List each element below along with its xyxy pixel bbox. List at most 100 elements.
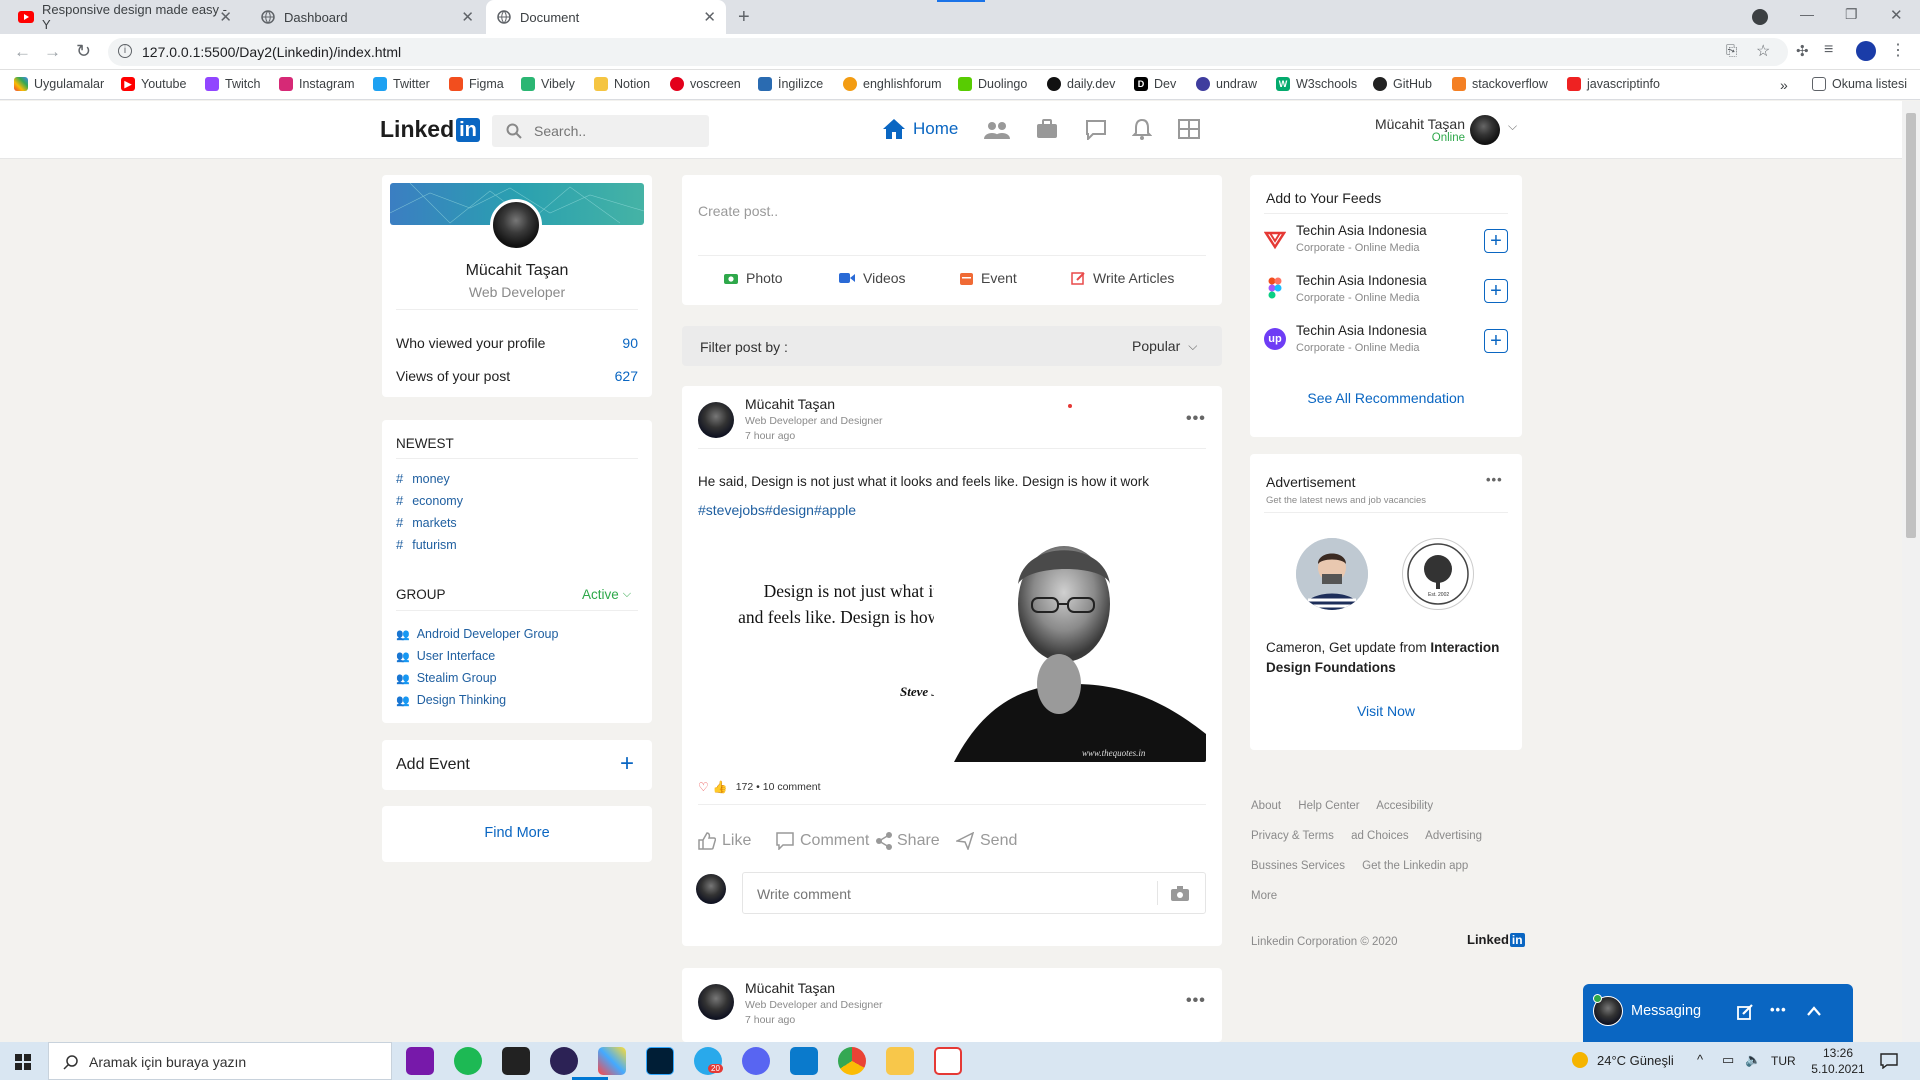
url-text[interactable]: 127.0.0.1:5500/Day2(Linkedin)/index.html	[142, 44, 401, 60]
close-tab-icon[interactable]: ✕	[461, 8, 474, 26]
like-button[interactable]: Like	[698, 832, 751, 850]
comment-input[interactable]	[757, 884, 1137, 904]
newest-tag[interactable]: # money	[396, 471, 463, 493]
bookmark-duolingo[interactable]: Duolingo	[958, 77, 1027, 91]
epic-games-icon[interactable]	[502, 1047, 530, 1075]
bookmark-englishforum[interactable]: enghlishforum	[843, 77, 942, 91]
back-icon[interactable]: ←	[14, 42, 31, 62]
bookmark-voscreen[interactable]: voscreen	[670, 77, 741, 91]
close-tab-icon[interactable]: ✕	[219, 8, 232, 26]
comment-box[interactable]	[742, 872, 1206, 914]
ad-company-logo[interactable]: Est. 2002	[1402, 538, 1474, 610]
photo-button[interactable]: Photo	[724, 270, 783, 286]
bookmark-star-icon[interactable]: ☆	[1756, 41, 1770, 61]
volume-icon[interactable]: 🔈	[1745, 1052, 1761, 1068]
newest-tag[interactable]: # futurism	[396, 537, 463, 559]
group-item[interactable]: 👥 Android Developer Group	[396, 623, 558, 645]
bookmark-undraw[interactable]: undraw	[1196, 77, 1257, 91]
post-author-avatar[interactable]	[698, 402, 734, 438]
photoshop-icon[interactable]	[646, 1047, 674, 1075]
create-post-input[interactable]: Create post..	[698, 203, 778, 219]
footer-link[interactable]: ad Choices	[1351, 830, 1409, 842]
plus-icon[interactable]: +	[620, 750, 634, 778]
bookmark-twitch[interactable]: Twitch	[205, 77, 260, 91]
taskbar-search[interactable]: Aramak için buraya yazın	[48, 1042, 392, 1080]
bookmark-ingilizce[interactable]: İngilizce	[758, 77, 823, 91]
ad-more-icon[interactable]: •••	[1486, 472, 1503, 487]
omnibox[interactable]: i 127.0.0.1:5500/Day2(Linkedin)/index.ht…	[108, 38, 1788, 66]
footer-link[interactable]: Privacy & Terms	[1251, 830, 1334, 842]
windows-start-icon[interactable]	[15, 1054, 31, 1070]
compose-icon[interactable]	[1737, 1004, 1753, 1020]
profile-avatar[interactable]	[490, 199, 542, 251]
footer-link[interactable]: About	[1251, 800, 1281, 812]
post-image[interactable]: Design is not just what it looks and fee…	[698, 534, 1206, 762]
reading-list-button[interactable]: Okuma listesi	[1812, 77, 1907, 91]
group-filter-dropdown[interactable]: Active ⌵	[582, 587, 631, 602]
linkedin-logo[interactable]: Linked in	[380, 116, 480, 143]
write-articles-button[interactable]: Write Articles	[1071, 270, 1174, 286]
chrome-icon[interactable]	[838, 1047, 866, 1075]
spotify-icon[interactable]	[454, 1047, 482, 1075]
bookmark-apps[interactable]: Uygulamalar	[14, 77, 104, 91]
feed-item[interactable]: Techin Asia Indonesia Corporate - Online…	[1264, 223, 1508, 263]
bookmark-youtube[interactable]: ▶ Youtube	[121, 77, 186, 91]
tray-chevron-icon[interactable]: ^	[1697, 1052, 1703, 1067]
find-more-card[interactable]: Find More	[382, 806, 652, 862]
new-tab-button[interactable]: +	[738, 6, 750, 29]
tab-search-icon[interactable]	[1752, 9, 1768, 25]
newest-tag[interactable]: # markets	[396, 515, 463, 537]
onenote-icon[interactable]	[406, 1047, 434, 1075]
network-tray-icon[interactable]: ▭	[1722, 1052, 1734, 1068]
bookmark-vibely[interactable]: Vibely	[521, 77, 575, 91]
translate-icon[interactable]: ⎘	[1726, 42, 1737, 59]
app-icon[interactable]	[598, 1047, 626, 1075]
bookmark-instagram[interactable]: Instagram	[279, 77, 355, 91]
filter-dropdown[interactable]: Popular ⌵	[1132, 338, 1197, 354]
header-user[interactable]: Mücahit Taşan Online	[1340, 116, 1465, 144]
notification-center-icon[interactable]	[1880, 1053, 1898, 1069]
visit-now-link[interactable]: Visit Now	[1250, 703, 1522, 719]
post-author-avatar[interactable]	[698, 984, 734, 1020]
post-more-icon[interactable]: •••	[1186, 992, 1206, 1010]
reload-icon[interactable]: ↻	[76, 41, 91, 62]
see-all-recommendation-link[interactable]: See All Recommendation	[1250, 390, 1522, 406]
discord-icon[interactable]	[742, 1047, 770, 1075]
bookmark-dev[interactable]: D Dev	[1134, 77, 1176, 91]
footer-link[interactable]: Bussines Services	[1251, 860, 1345, 872]
page-scrollbar[interactable]	[1902, 101, 1920, 1042]
profile-name[interactable]: Mücahit Taşan	[382, 262, 652, 280]
find-more-link[interactable]: Find More	[382, 825, 652, 841]
app-icon[interactable]	[934, 1047, 962, 1075]
bookmark-github[interactable]: GitHub	[1373, 77, 1432, 91]
bookmark-w3schools[interactable]: W W3schools	[1276, 77, 1357, 91]
browser-tab[interactable]: Responsive design made easy - Y ✕	[8, 0, 242, 34]
close-tab-icon[interactable]: ✕	[703, 8, 716, 26]
restore-button[interactable]: ❐	[1845, 6, 1858, 23]
footer-link[interactable]: Help Center	[1298, 800, 1359, 812]
bookmark-twitter[interactable]: Twitter	[373, 77, 430, 91]
eclipse-icon[interactable]	[550, 1047, 578, 1075]
messaging-widget[interactable]: Messaging •••	[1583, 984, 1853, 1042]
messaging-more-icon[interactable]: •••	[1770, 1002, 1787, 1017]
media-control-icon[interactable]: ≡	[1824, 41, 1833, 59]
scrollbar-thumb[interactable]	[1906, 113, 1916, 538]
clock[interactable]: 13:26 5.10.2021	[1810, 1045, 1866, 1077]
bookmark-notion[interactable]: Notion	[594, 77, 650, 91]
grid-menu-icon[interactable]	[1178, 119, 1200, 144]
newest-tag[interactable]: # economy	[396, 493, 463, 515]
stat-row[interactable]: Who viewed your profile 90	[396, 335, 638, 351]
post-more-icon[interactable]: •••	[1186, 410, 1206, 428]
add-event-card[interactable]: Add Event +	[382, 740, 652, 790]
file-explorer-icon[interactable]	[886, 1047, 914, 1075]
footer-link[interactable]: More	[1251, 890, 1277, 902]
group-item[interactable]: 👥 User Interface	[396, 645, 558, 667]
minimize-button[interactable]: —	[1800, 6, 1814, 22]
post-author-name[interactable]: Mücahit Taşan	[745, 980, 835, 996]
network-icon[interactable]	[984, 120, 1010, 145]
vscode-icon[interactable]	[790, 1047, 818, 1075]
post-hashtags[interactable]: #stevejobs#design#apple	[698, 502, 856, 518]
chevron-up-icon[interactable]	[1807, 1006, 1821, 1016]
footer-link[interactable]: Advertising	[1425, 830, 1482, 842]
more-bookmarks-button[interactable]: »	[1780, 77, 1788, 93]
